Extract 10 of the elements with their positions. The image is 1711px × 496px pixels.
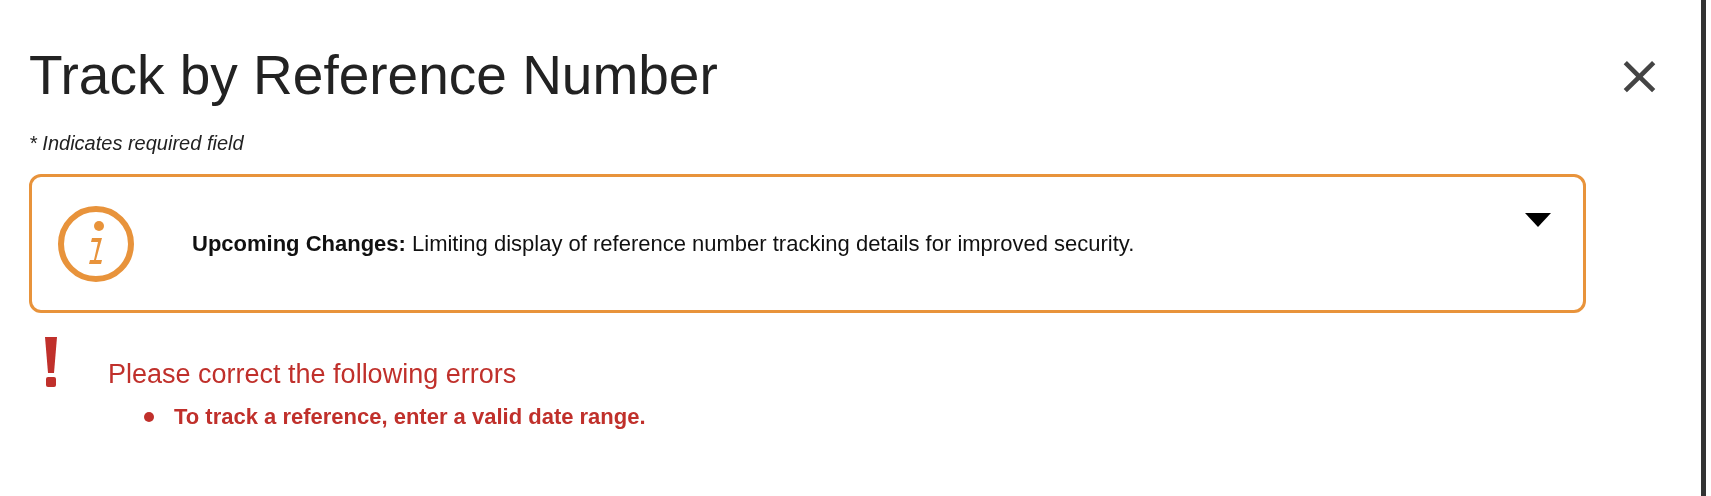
caret-icon[interactable] (1525, 213, 1551, 227)
dialog-title: Track by Reference Number (29, 43, 718, 108)
exclamation-icon (44, 337, 58, 387)
close-button[interactable]: × (1610, 50, 1669, 100)
bullet-icon (144, 412, 154, 422)
required-note: * Indicates required field (29, 132, 245, 155)
notice-text: Upcoming Changes: Limiting display of reference number tracking details for improved security. (192, 230, 1135, 257)
info-icon (56, 203, 136, 284)
error-heading: Please correct the following errors (108, 359, 518, 390)
error-message: To track a reference, enter a valid date range. (174, 404, 646, 430)
